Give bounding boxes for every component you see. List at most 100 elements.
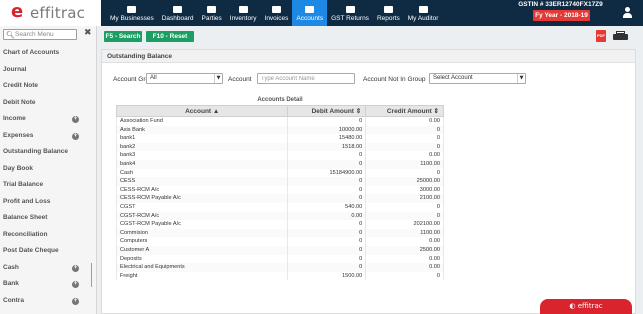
table-row[interactable]: Computers 0 0.00 xyxy=(115,237,444,246)
debit-amount-cell: 10000.00 xyxy=(287,125,367,135)
chevron-down-icon: ▼ xyxy=(517,74,525,83)
table-row[interactable]: Cash 15184900.00 0 xyxy=(115,168,444,178)
expand-plus-icon[interactable]: + xyxy=(72,264,79,272)
user-icon[interactable] xyxy=(622,7,633,19)
sidebar-item-expenses[interactable]: Expenses + xyxy=(0,128,96,145)
sidebar-item-label: Profit and Loss xyxy=(3,197,51,205)
table-row[interactable]: bank2 1518.00 0 xyxy=(115,142,444,152)
credit-amount-cell: 0 xyxy=(365,125,444,135)
account-cell: Customer A xyxy=(115,245,289,255)
account-cell: Cash xyxy=(115,168,289,178)
search-menu-input[interactable] xyxy=(15,30,75,39)
debit-amount-cell: 0 xyxy=(287,228,367,238)
credit-amount-cell: 1100.00 xyxy=(365,159,444,169)
debit-amount-cell: 0.00 xyxy=(287,211,367,221)
sidebar-item-credit-note[interactable]: Credit Note xyxy=(0,78,96,95)
column-header-debit[interactable]: Debit Amount ⇕ xyxy=(287,105,367,117)
table-row[interactable]: Freight 1500.00 0 xyxy=(115,271,444,281)
sidebar-item-outstanding-balance[interactable]: Outstanding Balance xyxy=(0,144,96,161)
credit-amount-cell: 0.00 xyxy=(365,116,444,126)
sidebar-item-journal[interactable]: Journal xyxy=(0,62,96,79)
nav-dashboard[interactable]: Dashboard xyxy=(158,0,198,26)
table-row[interactable]: bank3 0 0.00 xyxy=(115,151,444,160)
expand-plus-icon[interactable]: + xyxy=(72,297,79,305)
sidebar-item-chart-of-accounts[interactable]: Chart of Accounts xyxy=(0,45,96,62)
expand-plus-icon[interactable]: + xyxy=(72,116,79,123)
nav-accounts[interactable]: Accounts xyxy=(292,0,328,26)
table-row[interactable]: Deposits 0 0.00 xyxy=(115,254,444,264)
table-row[interactable]: Association Fund 0 0.00 xyxy=(115,116,444,126)
sidebar-item-bank[interactable]: Bank + xyxy=(0,276,96,293)
debit-amount-cell: 0 xyxy=(287,263,367,272)
table-row[interactable]: Customer A 0 2500.00 xyxy=(115,245,444,255)
table-row[interactable]: CGST-RCM A/c 0.00 0 xyxy=(115,211,444,221)
logo[interactable]: e effitrac xyxy=(0,0,101,26)
credit-amount-cell: 0 xyxy=(365,168,444,178)
sidebar-item-profit-and-loss[interactable]: Profit and Loss xyxy=(0,194,96,211)
sidebar-item-label: Balance Sheet xyxy=(3,214,48,221)
sidebar-item-label: Income xyxy=(3,115,26,122)
credit-amount-cell: 0.00 xyxy=(365,237,444,246)
table-row[interactable]: CESS-RCM A/c 0 3000.00 xyxy=(115,185,444,195)
table-row[interactable]: CESS-RCM Payable A/c 0 2100.00 xyxy=(115,194,444,203)
sidebar-item-label: Post Date Cheque xyxy=(3,247,59,254)
account-not-in-group-select[interactable]: Select Account ▼ xyxy=(429,73,526,84)
account-cell: Freight xyxy=(115,271,289,281)
nav-reports[interactable]: Reports xyxy=(373,0,404,26)
sidebar-item-contra[interactable]: Contra + xyxy=(0,293,96,310)
column-header-account[interactable]: Account ▲ xyxy=(115,105,289,117)
table-row[interactable]: CESS 0 25000.00 xyxy=(115,177,444,186)
table-header-row: Account ▲ Debit Amount ⇕ Credit Amount ⇕ xyxy=(115,105,444,117)
sidebar-item-cash[interactable]: Cash + xyxy=(0,260,96,277)
expand-plus-icon[interactable]: + xyxy=(72,132,79,140)
debit-amount-cell: 0 xyxy=(287,194,367,203)
scrollbar[interactable] xyxy=(91,263,92,287)
sidebar-item-post-date-cheque[interactable]: Post Date Cheque xyxy=(0,243,96,260)
top-navigation-bar: e effitrac My Businesses Dashboard Parties… xyxy=(0,0,643,26)
sidebar-item-reconciliation[interactable]: Reconciliation xyxy=(0,227,96,244)
table-row[interactable]: Electrical and Equipments 0 0.00 xyxy=(115,263,444,272)
search-button[interactable]: F5 - Search xyxy=(104,31,142,42)
nav-invoices[interactable]: Invoices xyxy=(261,0,293,26)
nav-my-auditor[interactable]: My Auditor xyxy=(404,0,443,26)
table-row[interactable]: CGST-RCM Payable A/c 0 202100.00 xyxy=(115,220,444,229)
nav-gst-returns[interactable]: GST Returns xyxy=(327,0,373,26)
table-row[interactable]: bank4 0 1100.00 xyxy=(115,159,444,169)
briefcase-icon xyxy=(127,6,137,13)
account-cell: Axis Bank xyxy=(115,125,289,135)
outstanding-balance-panel: Outstanding Balance Account Group All ▼ … xyxy=(101,49,636,314)
column-header-credit[interactable]: Credit Amount ⇕ xyxy=(365,105,444,117)
account-name-input[interactable] xyxy=(257,73,355,84)
sidebar-item-balance-sheet[interactable]: Balance Sheet xyxy=(0,210,96,227)
nav-label: Reports xyxy=(376,15,400,22)
financial-year-badge[interactable]: Fy Year - 2018-19 xyxy=(533,10,590,21)
nav-parties[interactable]: Parties xyxy=(198,0,226,26)
debit-amount-cell: 15480.00 xyxy=(287,134,367,143)
debit-amount-cell: 1518.00 xyxy=(287,142,367,152)
account-cell: bank1 xyxy=(115,134,289,143)
nav-label: My Auditor xyxy=(407,15,439,22)
debit-amount-cell: 0 xyxy=(287,237,367,246)
sidebar-item-label: Day Book xyxy=(3,164,33,172)
table-row[interactable]: Commision 0 1100.00 xyxy=(115,228,444,238)
nav-label: My Businesses xyxy=(110,15,154,22)
print-icon[interactable] xyxy=(613,31,628,41)
expand-plus-icon[interactable]: + xyxy=(72,281,79,288)
table-body: Association Fund 0 0.00 Axis Bank 10000.00 0 b… xyxy=(115,116,444,281)
nav-label: Invoices xyxy=(264,15,289,22)
reset-button[interactable]: F10 - Reset xyxy=(146,31,194,42)
sidebar-item-debit-note[interactable]: Debit Note xyxy=(0,95,96,112)
nav-label: Accounts xyxy=(296,15,324,22)
nav-my-businesses[interactable]: My Businesses xyxy=(106,0,158,26)
sidebar-item-trial-balance[interactable]: Trial Balance xyxy=(0,177,96,194)
sidebar-item-day-book[interactable]: Day Book xyxy=(0,161,96,178)
close-icon[interactable]: ✖ xyxy=(84,28,92,38)
account-group-select[interactable]: All ▼ xyxy=(146,73,223,84)
table-row[interactable]: bank1 15480.00 0 xyxy=(115,134,444,143)
sidebar-item-label: Journal xyxy=(3,65,27,73)
sidebar-item-income[interactable]: Income + xyxy=(0,111,96,128)
pdf-export-icon[interactable]: PDF xyxy=(596,30,606,42)
nav-inventory[interactable]: Inventory xyxy=(226,0,261,26)
table-row[interactable]: Axis Bank 10000.00 0 xyxy=(115,125,444,135)
table-row[interactable]: CGST 540.00 0 xyxy=(115,202,444,212)
